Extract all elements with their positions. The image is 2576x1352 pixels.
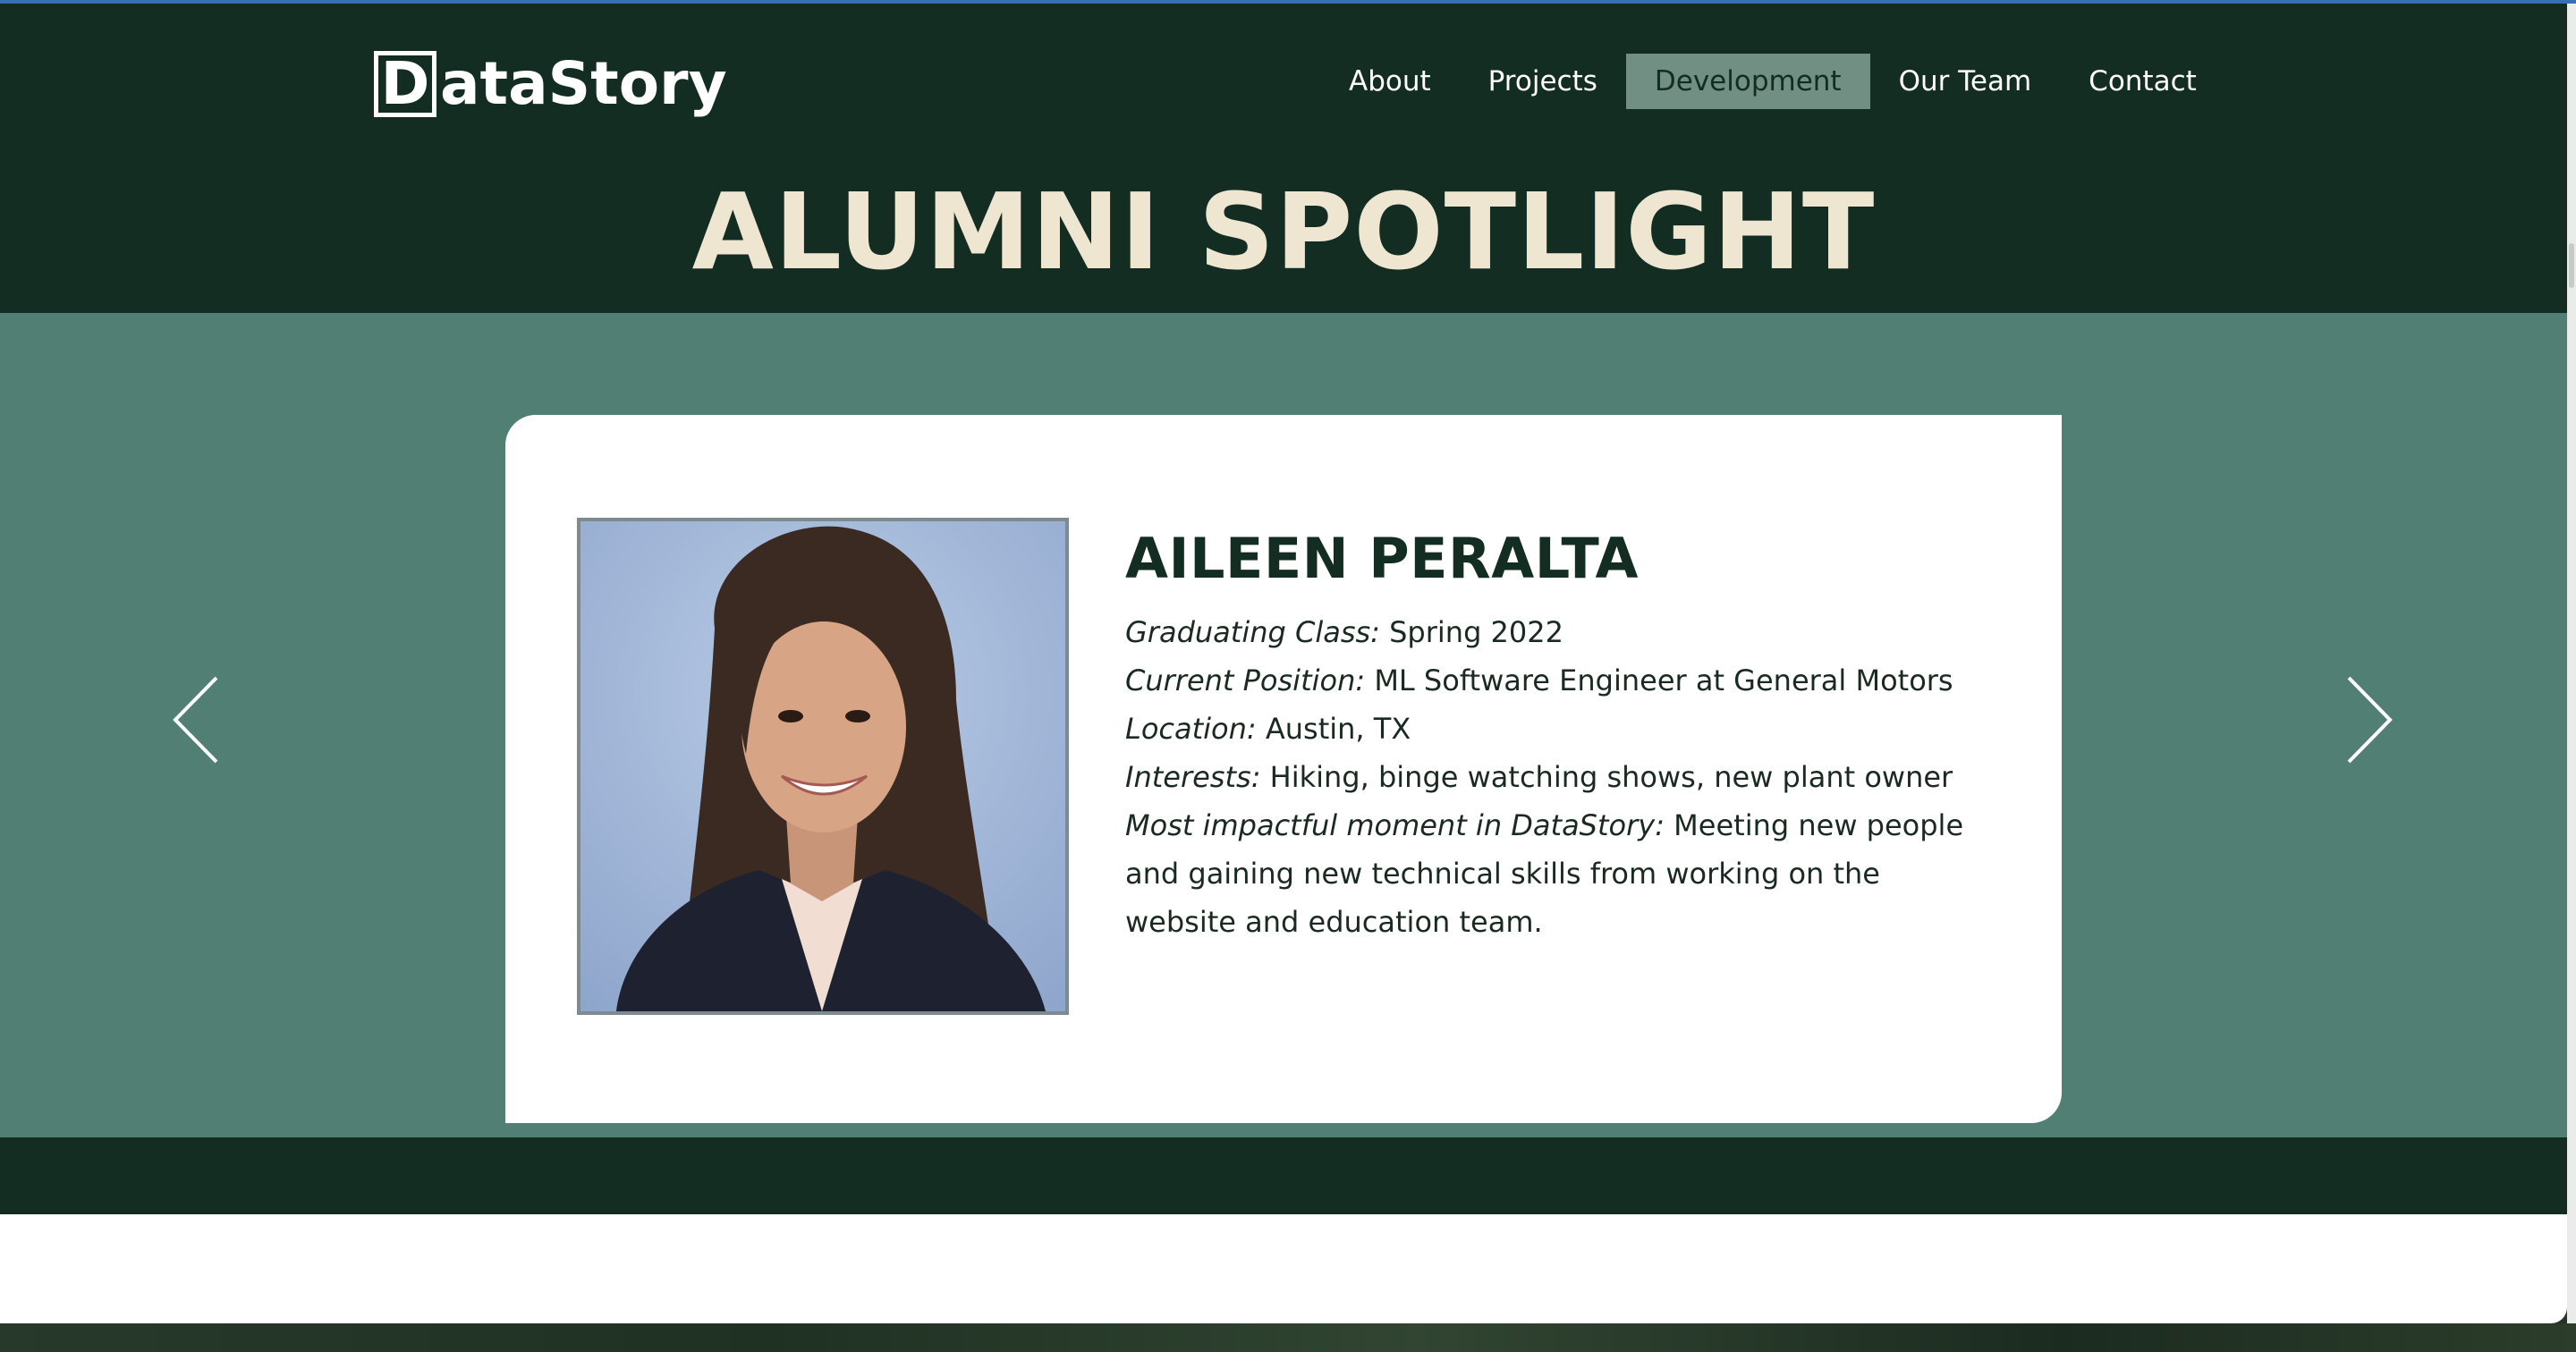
page-scrollbar[interactable]	[2567, 4, 2576, 1323]
portrait-image	[580, 521, 1065, 1011]
chevron-right-icon	[2347, 676, 2393, 764]
field-value: Spring 2022	[1389, 615, 1563, 649]
field-label: Most impactful moment in DataStory:	[1125, 808, 1665, 842]
alumni-carousel: AILEEN PERALTA Graduating Class: Spring …	[0, 313, 2567, 1137]
alumni-info: AILEEN PERALTA Graduating Class: Spring …	[1125, 531, 1984, 946]
field-label: Graduating Class:	[1125, 615, 1380, 649]
field-location: Location: Austin, TX	[1125, 705, 1984, 753]
field-graduating-class: Graduating Class: Spring 2022	[1125, 608, 1984, 656]
logo-letter-box: D	[374, 51, 436, 117]
site-header: D ataStory About Projects Development Ou…	[0, 4, 2567, 313]
logo-box-letter: D	[380, 49, 430, 118]
scrollbar-thumb[interactable]	[2569, 243, 2574, 288]
nav-item-our-team[interactable]: Our Team	[1870, 54, 2061, 109]
page-title: ALUMNI SPOTLIGHT	[691, 170, 1876, 293]
chevron-left-icon	[173, 676, 218, 764]
nav-item-about[interactable]: About	[1320, 54, 1460, 109]
nav-item-development[interactable]: Development	[1625, 54, 1870, 109]
section-divider-strip	[0, 1137, 2567, 1214]
logo-wordmark: ataStory	[440, 49, 727, 118]
datastory-logo[interactable]: D ataStory	[374, 46, 727, 122]
carousel-prev-button[interactable]	[170, 671, 233, 769]
alumni-card: AILEEN PERALTA Graduating Class: Spring …	[505, 415, 2062, 1123]
alumni-photo	[577, 518, 1069, 1015]
field-current-position: Current Position: ML Software Engineer a…	[1125, 656, 1984, 705]
field-value: Hiking, binge watching shows, new plant …	[1269, 760, 1953, 794]
background-photo-strip	[0, 1323, 2576, 1352]
nav-item-contact[interactable]: Contact	[2060, 54, 2225, 109]
alumni-name: AILEEN PERALTA	[1125, 526, 1639, 591]
browser-page: D ataStory About Projects Development Ou…	[0, 0, 2576, 1352]
field-label: Current Position:	[1125, 663, 1366, 697]
field-impactful-moment: Most impactful moment in DataStory: Meet…	[1125, 801, 1984, 946]
nav-item-projects[interactable]: Projects	[1460, 54, 1626, 109]
field-label: Interests:	[1125, 760, 1261, 794]
field-label: Location:	[1125, 712, 1257, 746]
content-area	[0, 1214, 2567, 1323]
field-interests: Interests: Hiking, binge watching shows,…	[1125, 753, 1984, 801]
carousel-next-button[interactable]	[2333, 671, 2395, 769]
field-value: Austin, TX	[1265, 712, 1411, 746]
field-value: ML Software Engineer at General Motors	[1374, 663, 1953, 697]
main-nav: About Projects Development Our Team Cont…	[1320, 54, 2225, 109]
